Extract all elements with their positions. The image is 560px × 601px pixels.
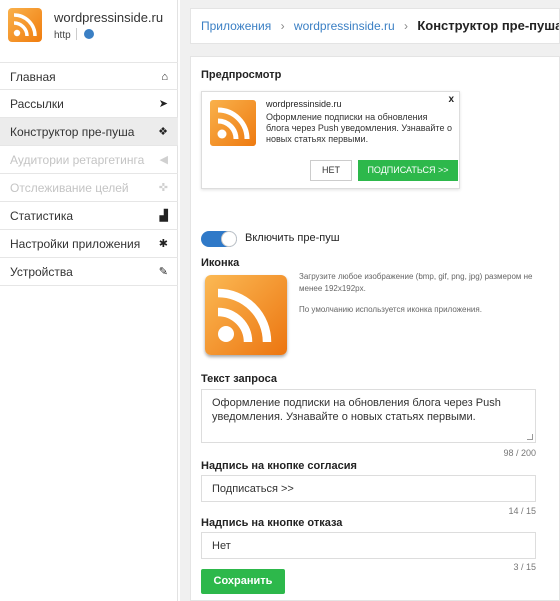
breadcrumb-separator: › <box>280 19 285 33</box>
toggle-label: Включить пре-пуш <box>245 232 340 244</box>
plug-icon: ✎ <box>158 266 168 278</box>
accept-button-input[interactable]: Подписаться >> <box>201 475 536 502</box>
app-icon-upload[interactable] <box>205 275 287 355</box>
sidebar-nav: Главная ⌂ Рассылки ➤ Конструктор пре-пуш… <box>0 62 178 286</box>
sidebar-item-prepush-builder[interactable]: Конструктор пре-пуша ❖ <box>0 118 178 146</box>
preview-decline-button[interactable]: НЕТ <box>310 160 352 181</box>
sidebar-item-statistics[interactable]: Статистика ▟ <box>0 202 178 230</box>
icon-upload-hint: Загрузите любое изображение (bmp, gif, p… <box>299 272 533 293</box>
megaphone-icon: ◀ <box>159 154 168 166</box>
app-header: wordpressinside.ru http <box>0 0 177 62</box>
accept-button-label: Надпись на кнопке согласия <box>201 460 357 472</box>
sidebar-item-label: Аудитории ретаргетинга <box>10 153 145 167</box>
sidebar-item-label: Статистика <box>10 209 74 223</box>
sidebar-item-label: Конструктор пре-пуша <box>10 125 135 139</box>
sidebar-item-app-settings[interactable]: Настройки приложения ✱ <box>0 230 178 258</box>
settings-panel: Предпросмотр wordpressinside.ru Оформлен… <box>190 56 560 601</box>
decline-button-value: Нет <box>212 540 231 552</box>
area-chart-icon: ▟ <box>159 210 168 222</box>
decline-button-input[interactable]: Нет <box>201 532 536 559</box>
sidebar-item-label: Главная <box>10 70 56 84</box>
app-name: wordpressinside.ru <box>54 10 164 25</box>
sidebar-item-goal-tracking[interactable]: Отслеживание целей ✜ <box>0 174 178 202</box>
sidebar-item-label: Рассылки <box>10 97 64 111</box>
cubes-icon: ❖ <box>158 126 168 138</box>
gear-icon: ✱ <box>158 238 168 250</box>
sidebar-item-label: Устройства <box>10 265 73 279</box>
icon-section-title: Иконка <box>201 257 240 269</box>
page-title: Конструктор пре-пуша <box>417 18 560 33</box>
breadcrumb-link-site[interactable]: wordpressinside.ru <box>294 19 395 33</box>
close-icon[interactable]: x <box>448 94 454 105</box>
request-text-textarea[interactable]: Оформление подписки на обновления блога … <box>201 389 536 443</box>
icon-default-note: По умолчанию используется иконка приложе… <box>299 305 482 314</box>
breadcrumb-link-apps[interactable]: Приложения <box>201 19 271 33</box>
app-protocol: http <box>54 30 71 41</box>
resize-handle[interactable] <box>527 434 533 440</box>
rss-icon <box>8 8 42 42</box>
sidebar-item-label: Отслеживание целей <box>10 181 129 195</box>
rss-icon <box>210 100 256 146</box>
home-icon: ⌂ <box>161 71 168 83</box>
sidebar-item-retargeting[interactable]: Аудитории ретаргетинга ◀ <box>0 146 178 174</box>
sidebar: wordpressinside.ru http Главная ⌂ Рассыл… <box>0 0 178 601</box>
breadcrumb: Приложения › wordpressinside.ru › Констр… <box>190 8 560 44</box>
preview-message: Оформление подписки на обновления блога … <box>266 112 452 144</box>
sidebar-item-mailings[interactable]: Рассылки ➤ <box>0 90 178 118</box>
divider <box>76 28 77 40</box>
breadcrumb-separator: › <box>403 19 408 33</box>
preview-site-name: wordpressinside.ru <box>266 99 342 109</box>
globe-icon <box>84 29 94 39</box>
paper-plane-icon: ➤ <box>158 98 168 110</box>
decline-button-label: Надпись на кнопке отказа <box>201 517 343 529</box>
enable-prepush-toggle[interactable] <box>201 231 237 247</box>
accept-button-value: Подписаться >> <box>212 483 294 495</box>
request-text-label: Текст запроса <box>201 373 277 385</box>
toggle-knob <box>221 231 237 247</box>
prepush-preview: wordpressinside.ru Оформление подписки н… <box>201 91 460 189</box>
request-text-counter: 98 / 200 <box>503 448 536 458</box>
save-button[interactable]: Сохранить <box>201 569 285 594</box>
sidebar-item-devices[interactable]: Устройства ✎ <box>0 258 178 286</box>
preview-accept-button[interactable]: ПОДПИСАТЬСЯ >> <box>358 160 458 181</box>
sidebar-item-home[interactable]: Главная ⌂ <box>0 62 178 90</box>
accept-button-counter: 14 / 15 <box>508 506 536 516</box>
main-content: Приложения › wordpressinside.ru › Констр… <box>180 0 560 601</box>
preview-title: Предпросмотр <box>201 69 282 81</box>
sidebar-item-label: Настройки приложения <box>10 237 141 251</box>
request-text-value: Оформление подписки на обновления блога … <box>212 397 501 423</box>
decline-button-counter: 3 / 15 <box>513 562 536 572</box>
crosshair-icon: ✜ <box>158 182 168 194</box>
